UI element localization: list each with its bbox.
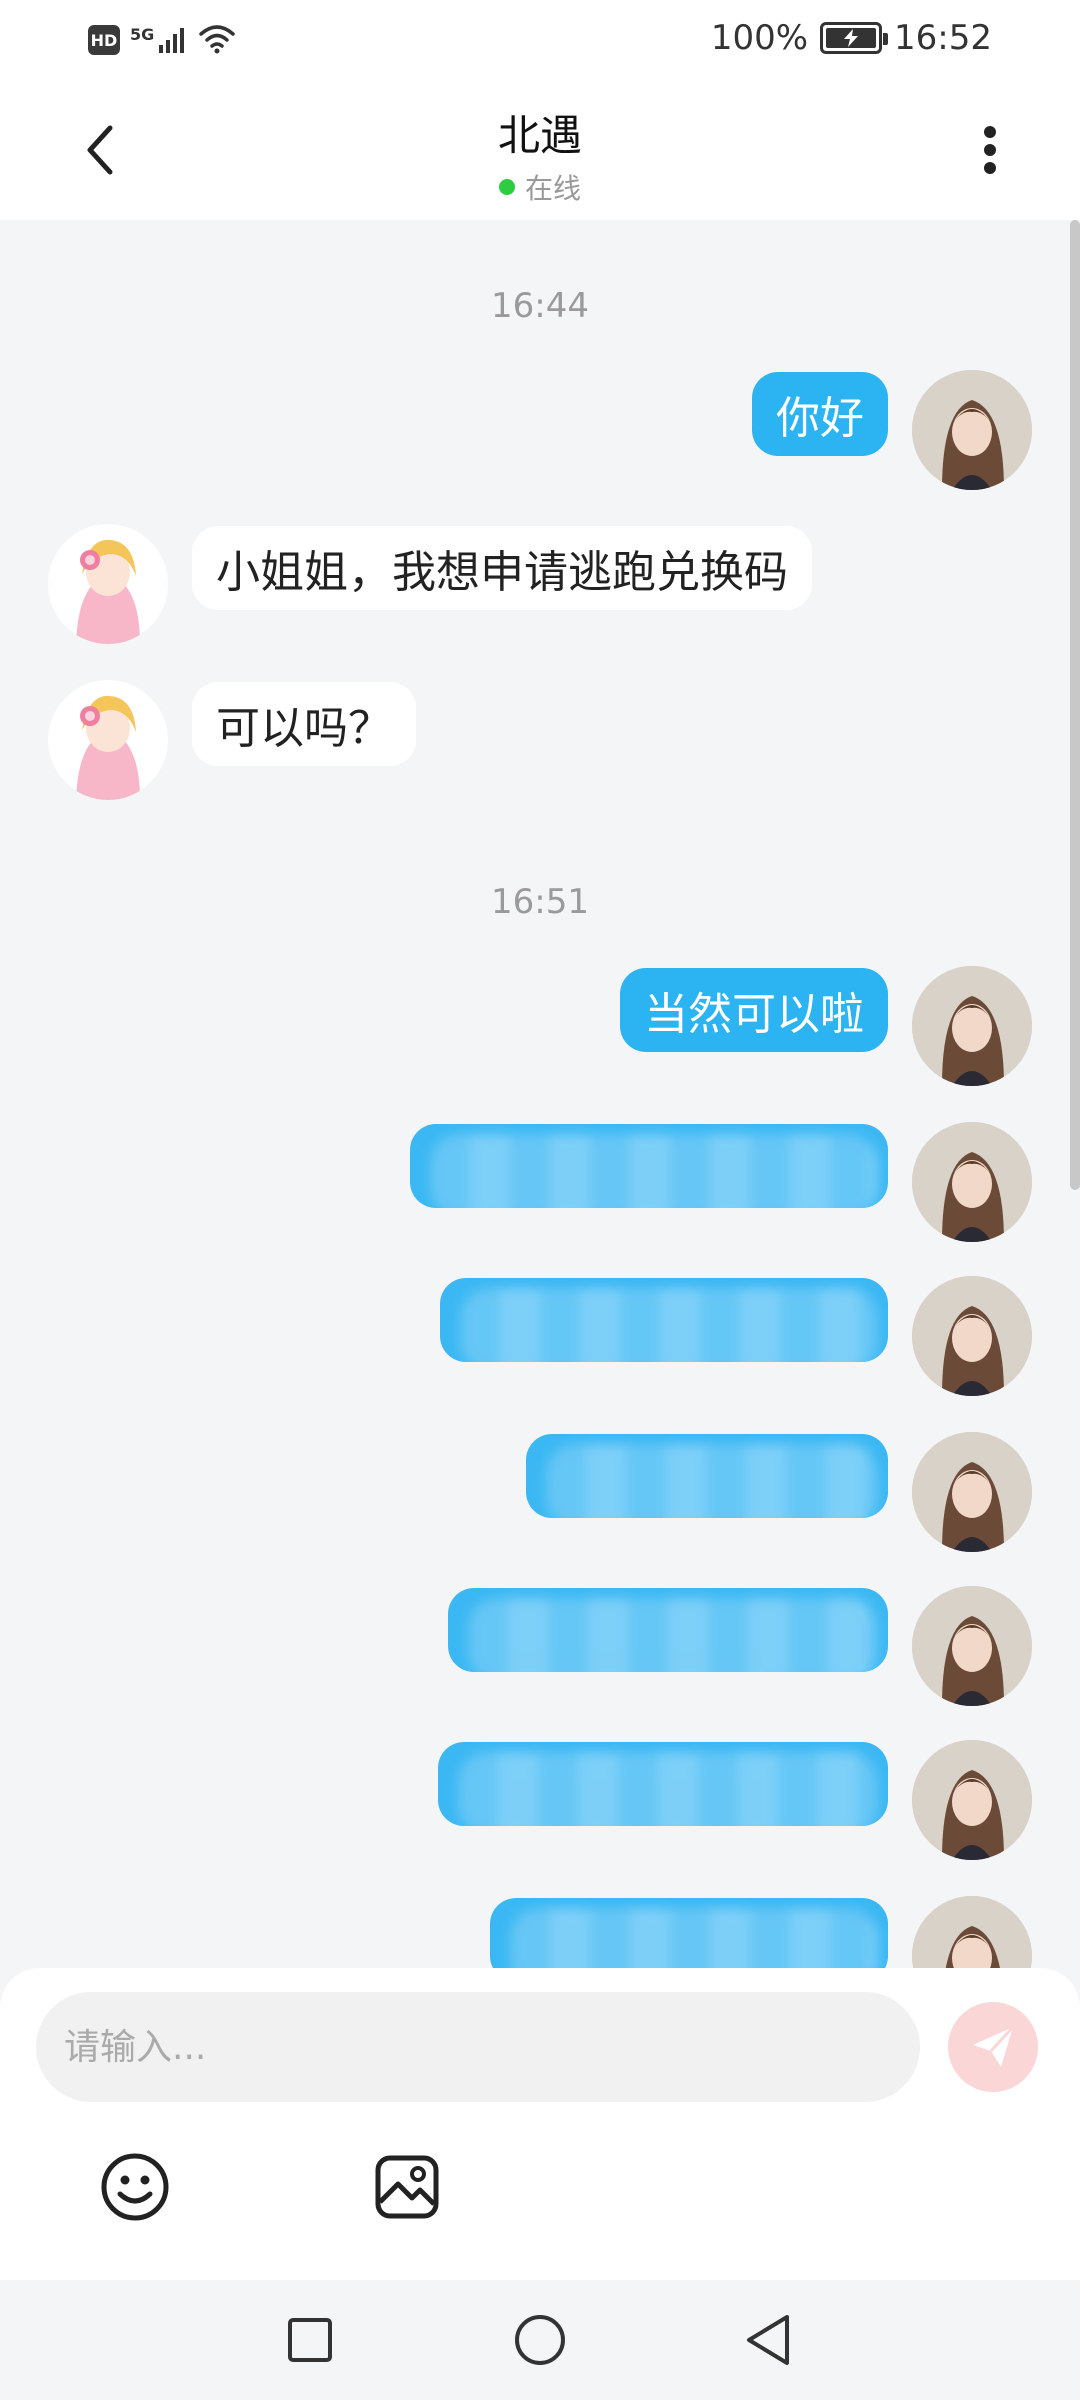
triangle-back-icon [747,2315,789,2365]
hd-badge: HD [88,25,120,55]
battery-percent: 100% [710,18,809,58]
circle-icon [515,2315,565,2365]
online-status-label: 在线 [524,172,581,205]
avatar-self[interactable] [912,1586,1032,1706]
message-bubble-self-redacted[interactable] [526,1434,888,1518]
paper-plane-icon [973,2025,1015,2067]
message-list[interactable]: 16:44 你好 小姐姐，我想申请逃跑兑换码 可以吗？ 16:51 当然可以啦 [0,220,1080,1970]
avatar-self[interactable] [912,1122,1032,1242]
message-bubble-self-redacted[interactable] [438,1742,888,1826]
more-options-button[interactable] [950,110,1030,190]
composer-panel [0,1968,1080,2280]
status-bar: HD 5G 100% 16:52 [0,0,1080,80]
contact-name: 北遇 [497,111,582,160]
avatar-peer[interactable] [48,524,168,644]
clock: 16:52 [894,18,992,58]
message-input[interactable] [36,1992,920,2102]
status-indicators: HD 5G [88,22,237,58]
online-status: 在线 [0,167,1080,207]
more-vertical-icon [984,126,996,174]
message-bubble-self-redacted[interactable] [410,1124,888,1208]
message-bubble-peer[interactable]: 可以吗？ [192,682,416,766]
smiley-icon [101,2153,169,2221]
status-right: 100% 16:52 [711,18,992,58]
square-icon [288,2318,332,2362]
message-bubble-self-redacted[interactable] [440,1278,888,1362]
wifi-icon [197,22,237,58]
avatar-self[interactable] [912,370,1032,490]
emoji-button[interactable] [98,2150,172,2224]
network-type: 5G [130,25,155,44]
home-button[interactable] [510,2310,570,2370]
message-bubble-peer[interactable]: 小姐姐，我想申请逃跑兑换码 [192,526,812,610]
send-button[interactable] [948,2002,1038,2092]
system-nav-bar [0,2280,1080,2400]
timestamp: 16:44 [491,286,589,326]
avatar-self[interactable] [912,1740,1032,1860]
online-dot-icon [498,179,515,195]
avatar-peer[interactable] [48,680,168,800]
recents-button[interactable] [280,2310,340,2370]
cellular-signal-icon: 5G [130,25,187,55]
image-icon [375,2155,439,2219]
avatar-self[interactable] [912,966,1032,1086]
avatar-self[interactable] [912,1432,1032,1552]
timestamp: 16:51 [491,882,589,922]
message-bubble-self[interactable]: 当然可以啦 [620,968,888,1052]
message-bubble-self[interactable]: 你好 [752,372,888,456]
avatar-self[interactable] [912,1276,1032,1396]
battery-icon [820,22,889,54]
chat-header: 北遇 在线 [0,80,1080,220]
back-nav-button[interactable] [738,2310,798,2370]
message-bubble-self-redacted[interactable] [490,1898,888,1970]
image-button[interactable] [370,2150,444,2224]
chat-scrollbar[interactable] [1070,220,1080,1190]
message-bubble-self-redacted[interactable] [448,1588,888,1672]
chat-title-block: 北遇 在线 [0,102,1080,207]
avatar-self[interactable] [912,1896,1032,1970]
